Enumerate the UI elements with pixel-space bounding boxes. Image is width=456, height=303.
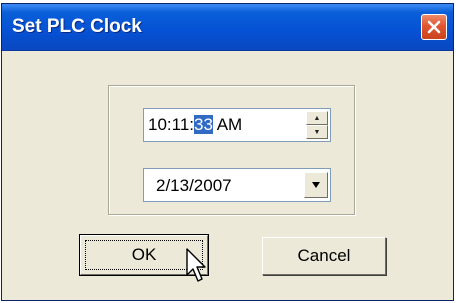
time-hours-minutes: 10:11:: [148, 115, 195, 134]
date-value[interactable]: 2/13/2007: [156, 176, 232, 196]
close-x-icon: [427, 20, 441, 34]
close-button[interactable]: [421, 14, 447, 40]
time-seconds-selected[interactable]: 33: [194, 115, 213, 134]
spin-down-arrow-icon: ▼: [313, 128, 321, 136]
date-dropdown-button[interactable]: [304, 172, 328, 198]
chevron-down-icon: [312, 182, 320, 188]
cancel-button[interactable]: Cancel: [262, 237, 386, 275]
focus-rectangle: [85, 240, 203, 270]
time-picker[interactable]: 10:11:33 AM ▲ ▼: [143, 108, 331, 142]
spin-up-button[interactable]: ▲: [306, 111, 328, 125]
time-spinner[interactable]: ▲ ▼: [306, 111, 328, 139]
ok-button[interactable]: OK: [79, 234, 209, 276]
spin-down-button[interactable]: ▼: [306, 125, 328, 139]
dialog-title: Set PLC Clock: [12, 16, 142, 37]
time-value[interactable]: 10:11:33 AM: [148, 115, 242, 135]
spin-up-arrow-icon: ▲: [313, 114, 321, 122]
date-picker[interactable]: 2/13/2007: [143, 168, 331, 202]
time-ampm: AM: [212, 115, 243, 134]
title-bar[interactable]: Set PLC Clock: [2, 4, 453, 51]
cancel-button-label: Cancel: [297, 246, 351, 265]
